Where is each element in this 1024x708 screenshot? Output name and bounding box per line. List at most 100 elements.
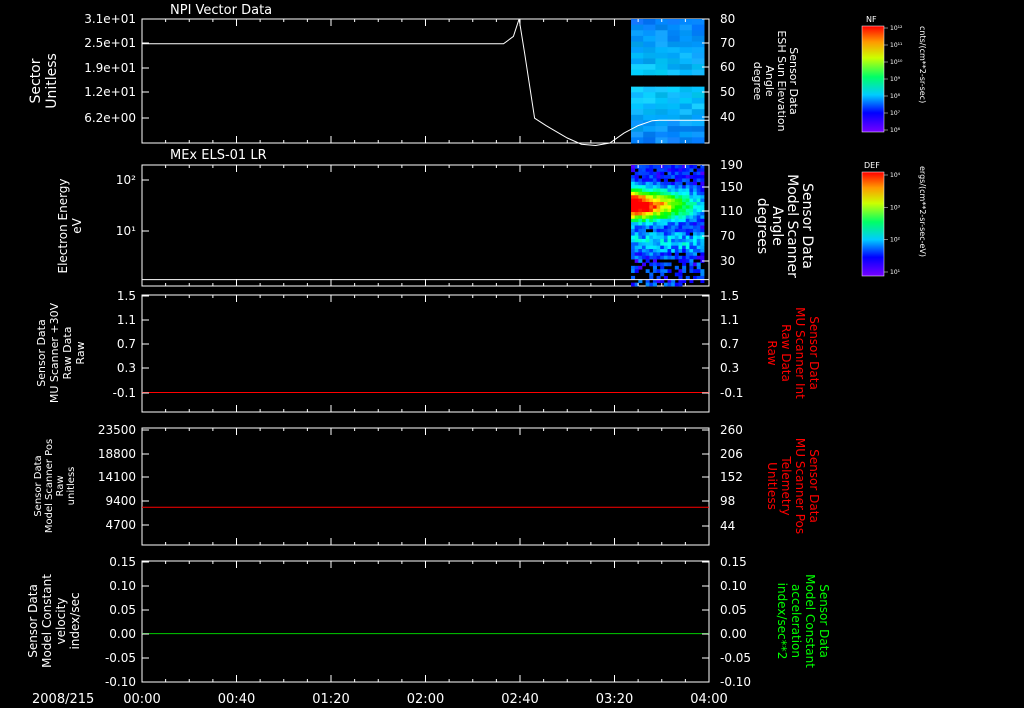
spectrogram-cell (656, 218, 661, 223)
spectrogram-cell (689, 198, 694, 203)
spectrogram-cell (631, 86, 644, 93)
spectrogram-cell (691, 92, 705, 99)
spectrogram-cell (660, 262, 665, 267)
spectrogram-cell (649, 262, 654, 267)
spectrogram-cell (652, 265, 657, 270)
spectrogram-cell (678, 232, 683, 236)
spectrogram-cell (649, 181, 654, 186)
spectrogram-cell (655, 35, 669, 43)
spectrogram-cell (691, 30, 705, 37)
spectrogram-cell (663, 262, 668, 267)
spectrogram-cell (663, 165, 668, 169)
colorbar-tick-label: 10¹² (890, 25, 903, 32)
spectrogram-cell (631, 24, 644, 31)
spectrogram-cell (689, 255, 694, 260)
spectrogram-cell (631, 235, 636, 240)
spectrogram-cell (631, 195, 636, 200)
spectrogram-cell (667, 24, 681, 31)
spectrogram-cell (649, 198, 654, 203)
spectrogram-cell (689, 201, 694, 206)
spectrogram-cell (689, 191, 694, 196)
spectrogram-cell (631, 215, 636, 220)
spectrogram-cell (682, 269, 687, 273)
svg-text:Unitless: Unitless (44, 53, 60, 109)
spectrogram-cell (685, 255, 690, 260)
panel-2-title: MEx ELS-01 LR (170, 148, 267, 163)
spectrogram-cell (667, 109, 681, 116)
spectrogram-cell (643, 86, 656, 93)
spectrogram-cell (660, 181, 665, 186)
spectrogram-cell (652, 225, 657, 230)
spectrogram-cell (649, 201, 654, 206)
spectrogram-cell (660, 168, 665, 173)
spectrogram-cell (649, 218, 654, 223)
spectrogram-cell (649, 245, 654, 250)
spectrogram-cell (656, 171, 661, 176)
spectrogram-cell (700, 228, 705, 233)
spectrogram-cell (643, 131, 656, 138)
spectrogram-cell (631, 103, 644, 110)
right-tick-label: 1.1 (720, 313, 739, 327)
spectrogram-cell (645, 175, 650, 179)
spectrogram-cell (652, 171, 657, 176)
spectrogram-cell (678, 255, 683, 260)
spectrogram-cell (655, 126, 669, 133)
spectrogram-cell (652, 205, 657, 210)
right-tick-label: 44 (720, 519, 735, 533)
spectrogram-cell (693, 171, 698, 176)
spectrogram-cell (631, 232, 636, 236)
spectrogram-cell (674, 255, 679, 260)
left-tick-label: 0.15 (109, 555, 136, 569)
spectrogram-cell (631, 201, 636, 206)
spectrogram-cell (660, 245, 665, 250)
spectrogram-cell (656, 181, 661, 186)
spectrogram-cell (693, 235, 698, 240)
spectrogram-cell (660, 201, 665, 206)
spectrogram-cell (649, 205, 654, 210)
spectrogram-cell (674, 235, 679, 240)
spectrogram-cell (634, 218, 639, 223)
spectrogram-cell (652, 208, 657, 213)
spectrogram-cell (674, 222, 679, 226)
spectrogram-cell (638, 249, 643, 253)
colorbar-tick-label: 10¹ (890, 269, 901, 276)
spectrogram-cell (667, 242, 672, 247)
spectrogram-cell (700, 191, 705, 196)
spectrogram-cell (667, 58, 681, 65)
spectrogram-cell (671, 205, 676, 210)
spectrogram-cell (656, 195, 661, 200)
spectrogram-cell (691, 47, 705, 54)
spectrogram-cell (660, 225, 665, 230)
right-tick-label: 0.00 (720, 627, 747, 641)
left-tick-label: 2.5e+01 (84, 36, 136, 50)
spectrogram-cell (649, 249, 654, 253)
spectrogram-cell (679, 97, 693, 105)
svg-text:Angle: Angle (769, 206, 785, 246)
spectrogram-cell (667, 245, 672, 250)
spectrogram-cell (689, 185, 694, 189)
spectrogram-cell (696, 238, 701, 243)
spectrogram-cell (663, 198, 668, 203)
spectrogram-cell (674, 265, 679, 270)
spectrogram-cell (679, 137, 693, 144)
colorbar-tick-label: 10⁶ (890, 127, 901, 134)
spectrogram-cell (696, 225, 701, 230)
spectrogram-cell (655, 86, 669, 93)
spectrogram-cell (643, 137, 656, 144)
spectrogram-cell (678, 191, 683, 196)
spectrogram-cell (667, 120, 681, 127)
spectrogram-cell (691, 103, 705, 110)
spectrogram-cell (631, 126, 644, 133)
right-tick-label: -0.05 (720, 651, 751, 665)
right-tick-label: 0.05 (720, 603, 747, 617)
spectrogram-cell (678, 259, 683, 263)
spectrogram-cell (643, 69, 656, 76)
spectrogram-cell (691, 52, 705, 59)
spectrogram-cell (682, 235, 687, 240)
spectrogram-cell (652, 228, 657, 233)
spectrogram-cell (660, 242, 665, 247)
spectrogram-cell (634, 222, 639, 226)
spectrogram-cell (679, 109, 693, 116)
spectrogram-cell (678, 201, 683, 206)
spectrogram-cell (660, 212, 665, 216)
